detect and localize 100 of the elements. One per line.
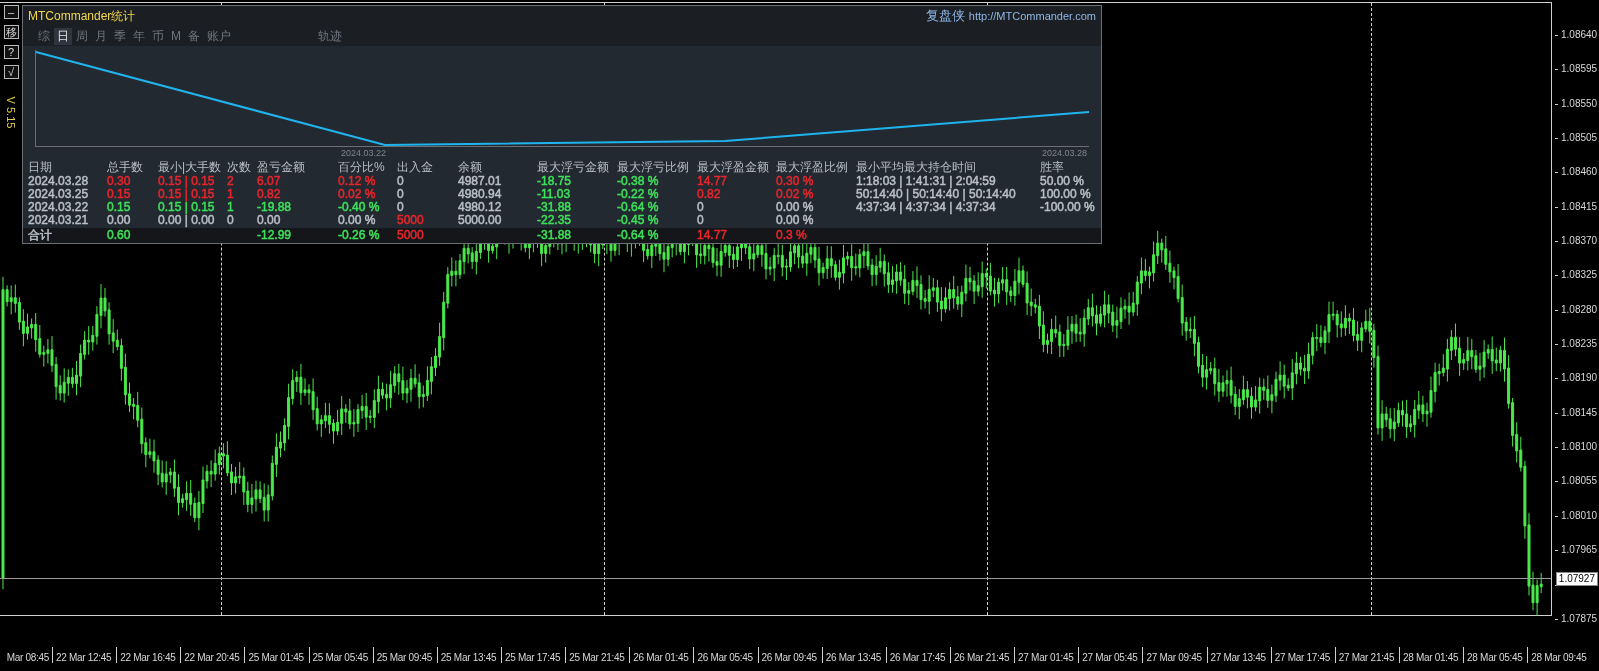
period-tab[interactable]: 币 [149, 27, 167, 45]
table-cell: 0.12 % [338, 174, 376, 188]
price-label: 1.08550 [1561, 97, 1598, 110]
time-label: 25 Mar 05:45 [312, 651, 368, 666]
time-label: 27 Mar 13:45 [1210, 651, 1266, 666]
table-cell: -0.64 % [617, 228, 659, 242]
table-cell: 0 [227, 213, 234, 227]
price-label: 1.08055 [1561, 475, 1598, 488]
table-cell: 0 [697, 200, 704, 214]
column-header: 最大浮亏金额 [537, 160, 610, 175]
table-cell: 4987.01 [458, 174, 502, 188]
time-label: 27 Mar 05:45 [1082, 651, 1138, 666]
price-label: 1.07965 [1561, 544, 1598, 557]
table-cell: 0 [397, 187, 404, 201]
current-price-label: 1.07927 [1555, 572, 1598, 586]
chart-date-label: 2024.03.22 [341, 147, 387, 160]
table-cell: 50:14:40 | 50:14:40 | 50:14:40 [856, 187, 1016, 201]
column-header: 最大浮亏比例 [617, 160, 690, 175]
table-cell: 0.82 [697, 187, 721, 201]
table-cell: 4980.94 [458, 187, 502, 201]
time-label: 22 Mar 20:45 [184, 651, 240, 666]
table-cell: 0.30 [107, 174, 131, 188]
period-tab[interactable]: 综 [35, 27, 53, 45]
price-label: 1.08415 [1561, 200, 1598, 213]
period-tab[interactable]: 月 [92, 27, 110, 45]
table-cell: 100.00 % [1040, 187, 1091, 201]
table-cell: 0.60 [107, 228, 131, 242]
column-header: 最小|大手数 [158, 160, 223, 175]
price-label: 1.08460 [1561, 166, 1598, 179]
period-tab[interactable]: 备 [185, 27, 203, 45]
column-header: 最小平均最大持仓时间 [856, 160, 977, 175]
table-cell: 2024.03.21 [28, 213, 89, 227]
column-header: 日期 [28, 160, 53, 175]
table-cell: 0.15 [107, 200, 131, 214]
price-label: 1.08595 [1561, 63, 1598, 76]
period-tab[interactable]: 账户 [204, 27, 234, 45]
table-cell: -0.26 % [338, 228, 380, 242]
time-label: 25 Mar 13:45 [440, 651, 497, 666]
table-cell: 0 [397, 174, 404, 188]
table-cell: 6.07 [257, 174, 281, 188]
time-label: 28 Mar 01:45 [1402, 651, 1459, 666]
price-label: 1.07875 [1561, 612, 1598, 625]
table-cell: 5000 [397, 213, 424, 227]
table-cell: -0.38 % [617, 174, 659, 188]
time-label: 22 Mar 16:45 [120, 651, 176, 666]
website-link[interactable]: http://MTCommander.com [968, 7, 1096, 25]
column-header: 盈亏金额 [257, 160, 306, 175]
price-label: 1.08325 [1561, 269, 1598, 282]
table-cell: 0.00 | 0.00 [158, 213, 215, 227]
time-label: 27 Mar 21:45 [1338, 651, 1395, 666]
table-cell: 1:18:03 | 1:41:31 | 2:04:59 [856, 174, 996, 188]
toolbar-button[interactable]: 移 [3, 25, 19, 39]
table-cell: -31.88 [537, 200, 572, 214]
time-label: 26 Mar 01:45 [633, 651, 689, 666]
time-label: 25 Mar 09:45 [376, 651, 433, 666]
time-label: 28 Mar 05:45 [1467, 651, 1523, 666]
table-cell: 4:37:34 | 4:37:34 | 4:37:34 [856, 200, 996, 214]
period-tab[interactable]: 年 [130, 27, 148, 45]
table-cell: 1 [227, 200, 234, 214]
price-label: 1.08235 [1561, 338, 1598, 351]
price-label: 1.08190 [1561, 372, 1598, 385]
table-cell: -22.35 [537, 213, 572, 227]
table-cell: 0.3 % [776, 228, 807, 242]
toolbar-button[interactable]: ? [3, 45, 19, 59]
toolbar-button[interactable]: – [3, 5, 19, 19]
table-cell: 0.15 | 0.15 [158, 174, 215, 188]
price-label: 1.08370 [1561, 235, 1598, 248]
table-cell: 5000 [397, 228, 424, 242]
time-label: 26 Mar 17:45 [889, 651, 946, 666]
time-label: 26 Mar 21:45 [953, 651, 1010, 666]
track-tab[interactable]: 轨迹 [315, 27, 345, 45]
table-cell: 0.00 [257, 213, 281, 227]
table-cell: 0.30 % [776, 174, 814, 188]
time-label: 25 Mar 21:45 [569, 651, 625, 666]
time-label: 26 Mar 09:45 [761, 651, 817, 666]
time-label: 27 Mar 09:45 [1146, 651, 1202, 666]
table-cell: -0.22 % [617, 187, 659, 201]
column-header: 最大浮盈比例 [776, 160, 849, 175]
time-label: 22 Mar 12:45 [56, 651, 112, 666]
table-cell: -0.64 % [617, 200, 659, 214]
column-header: 最大浮盈金额 [697, 160, 770, 175]
table-cell: -18.75 [537, 174, 572, 188]
table-cell: -19.88 [257, 200, 292, 214]
panel-title: MTCommander统计 [28, 8, 136, 25]
toolbar-button[interactable]: √ [3, 65, 19, 79]
table-cell: 0.00 % [338, 213, 376, 227]
table-cell: 0.02 % [776, 187, 814, 201]
table-cell: 5000.00 [458, 213, 502, 227]
table-cell: 合计 [28, 228, 52, 242]
period-tab[interactable]: M [168, 27, 184, 45]
table-cell: 14.77 [697, 228, 728, 242]
period-tab[interactable]: 季 [111, 27, 129, 45]
table-cell: 2024.03.28 [28, 174, 89, 188]
time-label: Mar 08:45 [6, 651, 49, 666]
period-tab[interactable]: 周 [73, 27, 91, 45]
price-label: 1.08640 [1561, 29, 1598, 41]
table-cell: -31.88 [537, 228, 572, 242]
column-header: 总手数 [107, 160, 144, 175]
period-tab[interactable]: 日 [54, 27, 72, 45]
price-label: 1.08010 [1561, 509, 1598, 522]
